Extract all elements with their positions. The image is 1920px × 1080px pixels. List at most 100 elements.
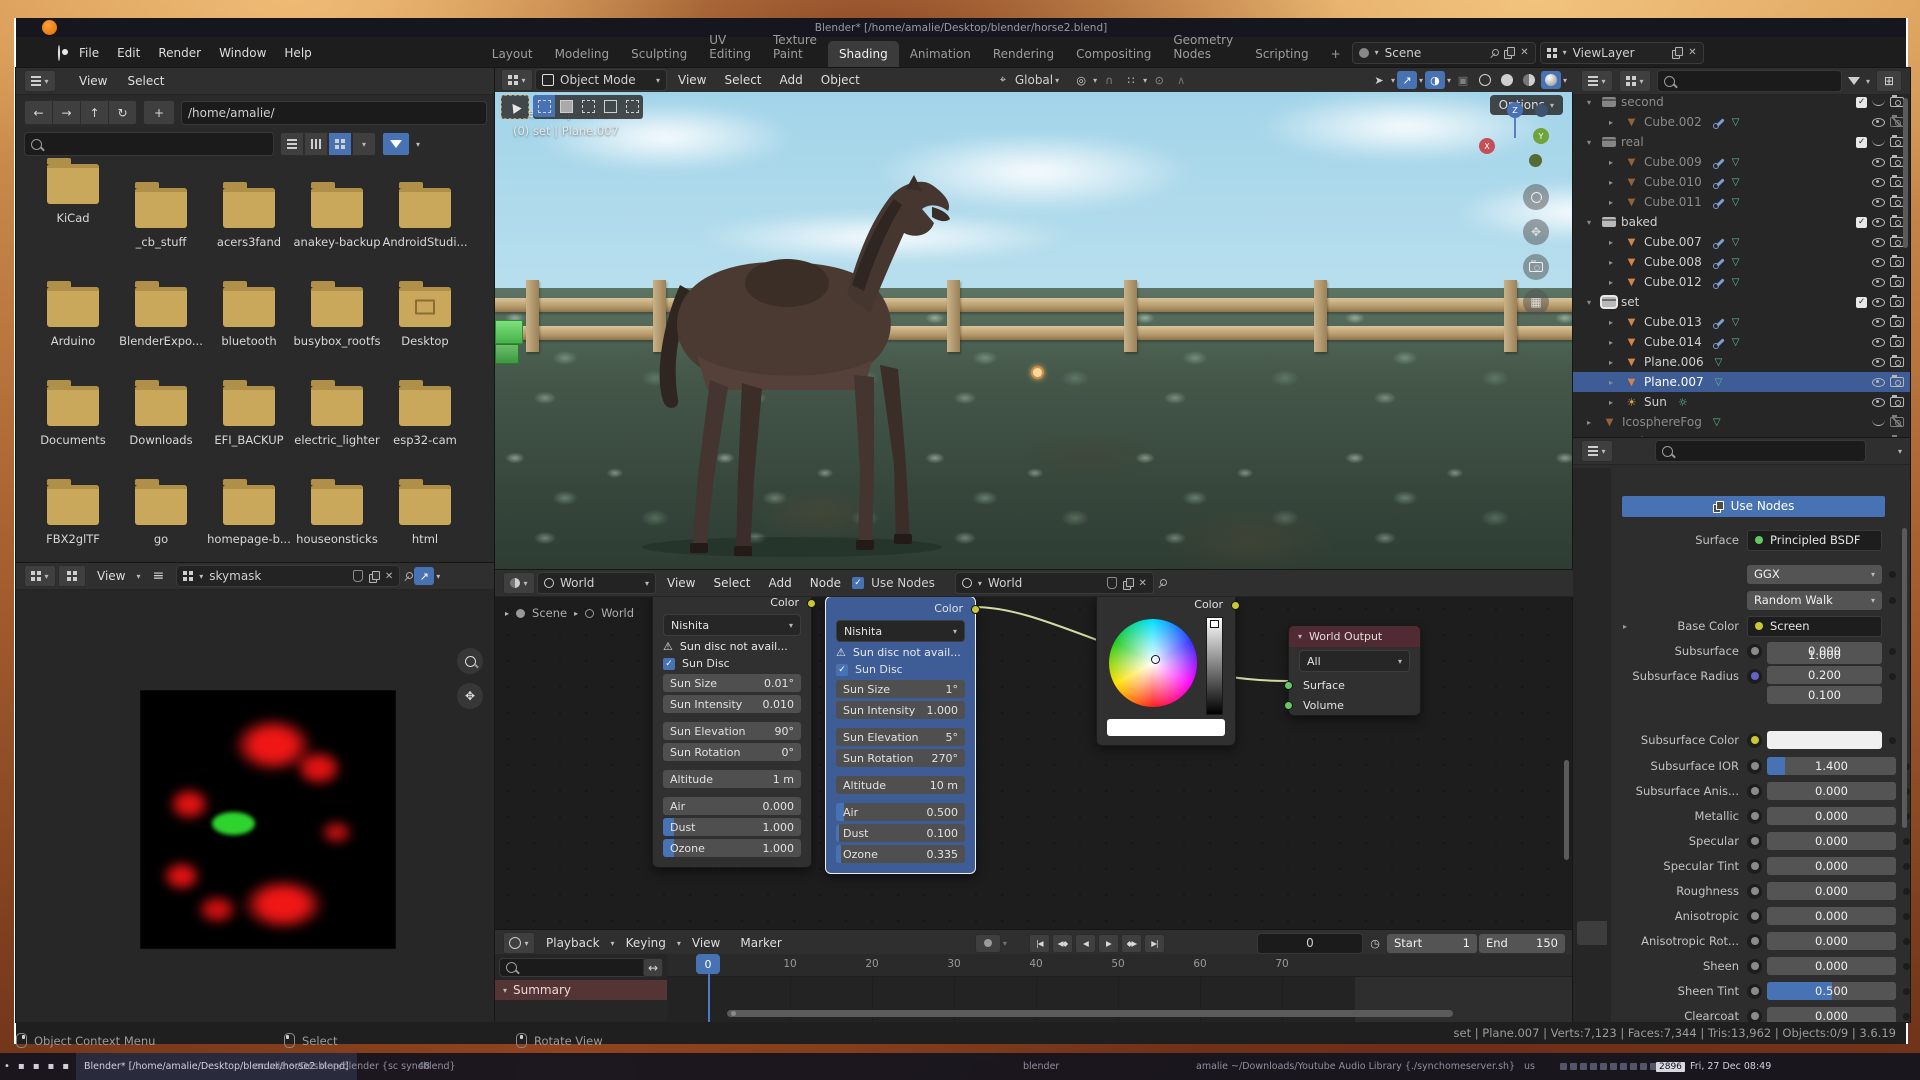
viewport-menu-item[interactable]: Object <box>812 73 869 87</box>
object-data-icon[interactable] <box>1732 257 1740 268</box>
shading-rendered-icon[interactable] <box>1541 71 1561 89</box>
world-name[interactable]: World <box>988 576 1101 590</box>
shader-menu-item[interactable]: Select <box>704 576 759 590</box>
outliner-type-button[interactable]: ▾ <box>1581 70 1613 92</box>
viewport-zoom-button[interactable] <box>1523 184 1549 210</box>
axis-y-handle[interactable]: Y <box>1533 128 1549 144</box>
object-name[interactable]: Cube.007 <box>1644 235 1702 249</box>
taskbar-window-button[interactable]: blender <box>1015 1053 1067 1080</box>
menu-item[interactable]: Render <box>149 46 210 60</box>
shader-scrollbar[interactable] <box>1564 760 1569 860</box>
sky-texture-node[interactable]: Color Nishita▾ ⚠Sun disc not avail... ✓S… <box>825 596 976 874</box>
properties-tab[interactable] <box>1577 921 1607 945</box>
object-name[interactable]: Plane.006 <box>1644 355 1704 369</box>
disclosure-triangle-icon[interactable] <box>1609 318 1619 327</box>
value-slider[interactable] <box>1206 617 1223 715</box>
select-set-mode[interactable] <box>533 95 555 117</box>
folder-item[interactable]: _cb_stuff <box>117 188 205 249</box>
axis-z-handle[interactable]: Z <box>1507 102 1523 118</box>
properties-options-chevron[interactable]: ▾ <box>1898 447 1902 456</box>
object-name[interactable]: Cube.012 <box>1644 275 1702 289</box>
node-param-slider[interactable]: Sun Size 0.01° <box>663 674 801 692</box>
image-view-menu[interactable]: View <box>88 569 134 583</box>
sun-disc-checkbox[interactable]: ✓Sun Disc <box>836 663 965 676</box>
workspace-icon[interactable]: ▪ <box>18 1061 25 1072</box>
modifier-wrench-icon[interactable] <box>1713 316 1726 328</box>
radius-value-field[interactable]: 0.100 <box>1767 686 1882 704</box>
outliner-row[interactable]: Cube.014 <box>1573 332 1910 352</box>
channel-search-input[interactable] <box>499 958 655 977</box>
taskbar-window-button[interactable]: 48 <box>410 1053 438 1080</box>
use-nodes-button[interactable]: Use Nodes <box>1621 495 1886 518</box>
timeline-type-button[interactable]: ▾ <box>503 932 535 954</box>
viewport-menu-item[interactable]: Add <box>771 73 812 87</box>
radius-value-field[interactable]: 0.200 <box>1767 666 1882 684</box>
filter-button[interactable] <box>382 132 410 156</box>
back-button[interactable]: ← <box>24 100 52 125</box>
modifier-wrench-icon[interactable] <box>1713 196 1726 208</box>
window-titlebar[interactable]: Blender* [/home/amalie/Desktop/blender/h… <box>16 18 1906 37</box>
object-name[interactable]: Cube.009 <box>1644 155 1702 169</box>
outliner-row[interactable]: baked <box>1573 212 1910 232</box>
node-param-slider[interactable]: Air 0.500 <box>836 803 965 821</box>
disclosure-triangle-icon[interactable] <box>1609 398 1619 407</box>
properties-tab[interactable] <box>1577 855 1607 879</box>
disable-render-toggle[interactable] <box>1890 337 1904 347</box>
disclosure-triangle-icon[interactable] <box>1609 158 1619 167</box>
viewport-pan-button[interactable]: ✥ <box>1523 219 1549 245</box>
preview-range-stopwatch-icon[interactable]: ◷ <box>1365 934 1385 952</box>
hide-eye-toggle[interactable] <box>1872 198 1885 207</box>
input-socket-icon[interactable] <box>1747 909 1762 924</box>
material-slider[interactable]: 0.000 <box>1767 832 1896 850</box>
surface-shader-button[interactable]: Principled BSDF <box>1747 530 1882 551</box>
disclosure-triangle-icon[interactable] <box>1609 258 1619 267</box>
axis-neg-y-handle[interactable] <box>1529 154 1542 167</box>
workspace-icon[interactable]: • <box>4 1061 10 1072</box>
image-datablock[interactable]: ▾ skymask ✕ <box>176 565 400 587</box>
keyframe-dot[interactable] <box>1889 571 1896 578</box>
outliner-row[interactable]: Plane.007 <box>1573 372 1910 392</box>
copy-icon[interactable] <box>369 571 379 582</box>
hide-eye-toggle[interactable] <box>1872 139 1885 146</box>
keyframe-dot[interactable] <box>1903 913 1910 920</box>
falloff-curve-icon[interactable]: ∧ <box>1171 71 1191 89</box>
input-socket-icon[interactable] <box>1747 733 1762 748</box>
object-name[interactable]: Cube.002 <box>1644 115 1702 129</box>
folder-item[interactable]: houseonsticks <box>293 485 381 546</box>
node-param-slider[interactable]: Sun Size 1° <box>836 680 965 698</box>
object-name[interactable]: Sun <box>1644 395 1667 409</box>
menu-item[interactable]: Help <box>275 46 320 60</box>
expand-arrow[interactable]: ▸ <box>1623 622 1627 631</box>
disable-render-toggle[interactable] <box>1890 377 1904 387</box>
disclosure-triangle-icon[interactable] <box>1609 238 1619 247</box>
node-param-slider[interactable]: Dust 0.100 <box>836 824 965 842</box>
new-collection-button[interactable]: ⊞ <box>1876 70 1902 92</box>
hide-eye-toggle[interactable] <box>1872 358 1885 367</box>
hide-eye-toggle[interactable] <box>1872 419 1885 426</box>
skymask-image-canvas[interactable] <box>140 690 396 949</box>
viewport-menu-item[interactable]: View <box>669 73 715 87</box>
rendered-scene[interactable]: User Perspective (0) set | Plane.007 Opt… <box>495 92 1573 570</box>
unlink-icon[interactable]: ✕ <box>385 571 393 582</box>
properties-tab[interactable] <box>1577 964 1607 988</box>
xray-toggle-icon[interactable]: ▣ <box>1453 71 1473 89</box>
node-param-slider[interactable]: Sun Rotation 0° <box>663 743 801 761</box>
hide-eye-toggle[interactable] <box>1872 99 1885 106</box>
object-name[interactable]: set <box>1621 295 1639 309</box>
axis-neg-z-handle[interactable] <box>1535 104 1548 117</box>
folder-item[interactable]: anakey-backup <box>293 188 381 249</box>
snap-target-icon[interactable]: ∷ <box>1121 71 1141 89</box>
auto-keyframe-record-button[interactable] <box>975 934 1001 953</box>
copy-icon[interactable] <box>1504 47 1514 58</box>
color-swatch[interactable] <box>1107 719 1225 736</box>
input-socket-icon[interactable] <box>1747 884 1762 899</box>
modifier-wrench-icon[interactable] <box>1713 116 1726 128</box>
sss-method-dropdown[interactable]: Random Walk▾ <box>1747 591 1882 610</box>
gizmo-toggle[interactable]: ↗ <box>414 567 434 585</box>
disable-render-toggle[interactable] <box>1890 317 1904 327</box>
node-param-slider[interactable]: Dust 1.000 <box>663 818 801 836</box>
folder-item[interactable]: esp32-cam <box>381 386 469 447</box>
input-socket-icon[interactable] <box>1747 934 1762 949</box>
collection-checkbox[interactable] <box>1856 297 1867 308</box>
vertical-list-toggle[interactable] <box>280 132 304 156</box>
